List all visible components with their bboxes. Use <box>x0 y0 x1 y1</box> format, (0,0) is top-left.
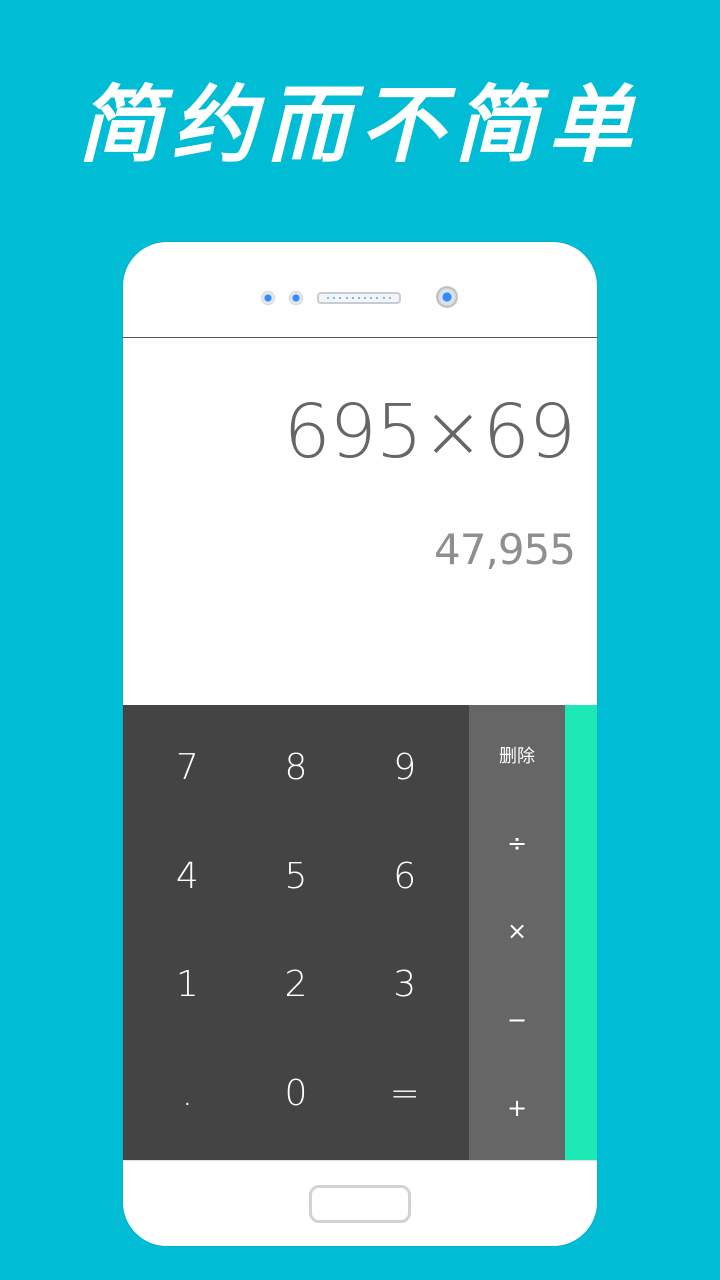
divide-button[interactable]: ÷ <box>469 803 565 883</box>
digit-4-button[interactable]: 4 <box>133 822 242 931</box>
digit-3-button[interactable]: 3 <box>350 931 459 1040</box>
operator-pad: 删除 ÷ × − + <box>469 705 565 1160</box>
earpiece-speaker-icon <box>317 292 401 304</box>
front-camera-icon <box>436 286 458 308</box>
phone-top-bezel <box>123 242 597 338</box>
equals-button[interactable]: = <box>350 1039 459 1148</box>
digit-8-button[interactable]: 8 <box>242 713 351 822</box>
digit-0-button[interactable]: 0 <box>242 1039 351 1148</box>
promo-headline: 简约而不简单 <box>77 75 642 174</box>
proximity-sensor-icon <box>261 291 275 305</box>
calculator-display: 695×69 47,955 <box>123 339 597 705</box>
digit-2-button[interactable]: 2 <box>242 931 351 1040</box>
digit-1-button[interactable]: 1 <box>133 931 242 1040</box>
digit-6-button[interactable]: 6 <box>350 822 459 931</box>
formula-text[interactable]: 695×69 <box>284 389 576 475</box>
add-button[interactable]: + <box>469 1068 565 1148</box>
home-button[interactable] <box>309 1185 411 1223</box>
digit-5-button[interactable]: 5 <box>242 822 351 931</box>
phone-bottom-bezel <box>123 1160 597 1246</box>
number-keypad: 7 8 9 4 5 6 1 2 3 . 0 = <box>123 705 469 1160</box>
phone-frame: 695×69 47,955 7 8 9 4 5 6 1 2 3 . 0 = 删除… <box>123 242 597 1246</box>
delete-button[interactable]: 删除 <box>469 715 565 795</box>
digit-7-button[interactable]: 7 <box>133 713 242 822</box>
light-sensor-icon <box>289 291 303 305</box>
multiply-button[interactable]: × <box>469 891 565 971</box>
result-text: 47,955 <box>434 525 576 574</box>
digit-9-button[interactable]: 9 <box>350 713 459 822</box>
subtract-button[interactable]: − <box>469 980 565 1060</box>
advanced-functions-drawer-handle[interactable] <box>565 705 597 1160</box>
decimal-point-button[interactable]: . <box>133 1039 242 1148</box>
